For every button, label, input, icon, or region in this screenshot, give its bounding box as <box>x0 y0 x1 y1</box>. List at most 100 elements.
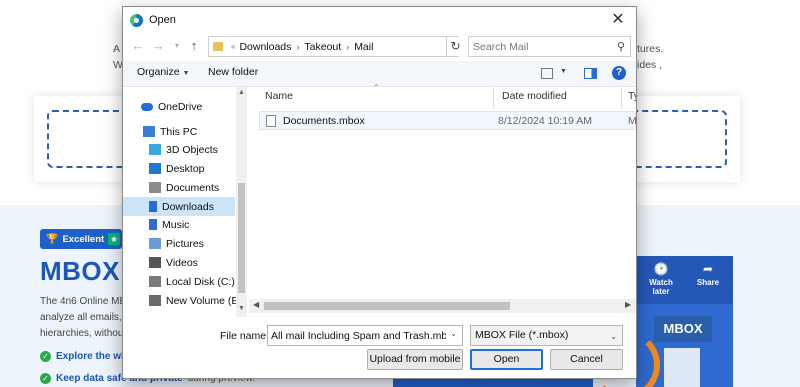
close-icon[interactable]: ✕ <box>608 10 628 30</box>
refresh-icon[interactable]: ↻ <box>446 37 464 56</box>
chevron-down-icon[interactable]: ⌄ <box>450 329 457 338</box>
chevron-down-icon: ⌄ <box>610 332 617 341</box>
page-heading: MBOX <box>40 256 120 286</box>
background-text-fragment: A <box>113 43 121 55</box>
help-icon[interactable]: ? <box>612 66 626 80</box>
dialog-title: Open <box>149 14 176 26</box>
scroll-right-icon[interactable]: ▶ <box>625 300 631 309</box>
file-name-combobox[interactable]: ⌄ <box>267 325 463 346</box>
recent-locations-icon[interactable]: ▾ <box>169 37 185 55</box>
nav-item-3d-objects[interactable]: 3D Objects <box>123 140 235 159</box>
watch-later-button[interactable]: 🕑 Watch later <box>641 262 681 296</box>
nav-item-label: This PC <box>160 125 198 138</box>
organize-button[interactable]: Organize ▼ <box>137 66 190 78</box>
feature-item: ✓ Explore the who <box>40 351 133 362</box>
nav-item-music[interactable]: Music <box>123 215 235 234</box>
search-input[interactable] <box>473 40 613 53</box>
nav-item-this-pc[interactable]: This PC <box>123 122 235 141</box>
nav-item-label: Pictures <box>166 237 204 250</box>
cube-icon <box>149 144 161 155</box>
intro-text-line: analyze all emails, i <box>40 312 127 323</box>
clock-icon: 🕑 <box>653 262 669 276</box>
pc-icon <box>143 126 155 137</box>
file-type-value: MBOX File (*.mbox) <box>475 329 569 341</box>
desktop-icon <box>149 163 161 174</box>
check-icon: ✓ <box>40 351 51 362</box>
share-button[interactable]: ➦ Share <box>688 262 728 287</box>
nav-item-label: New Volume (E:) <box>166 294 245 307</box>
up-arrow-icon[interactable]: ↑ <box>186 37 202 55</box>
file-name-input[interactable] <box>268 329 446 342</box>
nav-pane-scrollbar[interactable]: ▲ ▼ <box>236 87 247 317</box>
scroll-up-icon[interactable]: ▲ <box>236 89 247 96</box>
breadcrumb-mail[interactable]: Mail <box>354 41 373 53</box>
search-box[interactable]: ⚲ <box>468 36 631 57</box>
horizontal-scrollbar[interactable]: ◀ ▶ <box>249 299 636 313</box>
download-icon <box>149 201 157 212</box>
forward-arrow-icon[interactable]: → <box>150 37 166 55</box>
search-icon[interactable]: ⚲ <box>617 40 625 53</box>
address-bar[interactable]: « Downloads › Takeout › Mail ⌄ <box>208 36 459 57</box>
preview-pane-icon[interactable] <box>584 68 597 79</box>
breadcrumb-separator-icon[interactable]: › <box>296 42 299 52</box>
nav-item-label: Documents <box>166 181 220 194</box>
nav-item-pictures[interactable]: Pictures <box>123 234 235 253</box>
new-folder-button[interactable]: New folder <box>208 66 258 78</box>
nav-item-desktop[interactable]: Desktop <box>123 159 235 178</box>
overflow-chevron-icon[interactable]: « <box>231 42 235 51</box>
nav-item-label: Music <box>162 218 190 231</box>
nav-item-label: Desktop <box>166 162 205 175</box>
open-button[interactable]: Open <box>470 349 543 370</box>
file-type-select[interactable]: MBOX File (*.mbox) ⌄ <box>470 325 623 346</box>
scrollbar-thumb[interactable] <box>264 302 510 310</box>
breadcrumb-takeout[interactable]: Takeout <box>304 41 341 53</box>
check-icon: ✓ <box>40 373 51 384</box>
video-mbox-label: MBOX <box>654 316 712 342</box>
file-date: 8/12/2024 10:19 AM <box>498 115 592 127</box>
file-row[interactable]: Documents.mbox 8/12/2024 10:19 AM M <box>259 111 637 130</box>
scroll-left-icon[interactable]: ◀ <box>253 300 259 309</box>
document-graphic <box>664 348 700 387</box>
background-text-fragment: tures. <box>637 43 664 55</box>
nav-item-local-disk-c[interactable]: Local Disk (C:) <box>123 272 235 291</box>
column-header-type[interactable]: Ty <box>622 87 636 109</box>
music-icon <box>149 219 157 230</box>
back-arrow-icon[interactable]: ← <box>130 37 146 55</box>
organize-label: Organize <box>137 66 180 78</box>
edge-browser-icon <box>130 13 143 27</box>
watch-later-label: Watch later <box>649 278 673 296</box>
breadcrumb-downloads[interactable]: Downloads <box>239 41 291 53</box>
nav-item-label: Local Disk (C:) <box>166 275 235 288</box>
caret-down-icon: ▼ <box>182 70 190 77</box>
trophy-icon: 🏆 <box>46 233 59 245</box>
column-header-date-modified[interactable]: Date modified <box>494 87 622 109</box>
scrollbar-thumb[interactable] <box>238 183 245 293</box>
view-options-icon[interactable] <box>541 68 553 79</box>
nav-item-onedrive[interactable]: OneDrive <box>123 97 235 116</box>
picture-icon <box>149 238 161 249</box>
nav-item-videos[interactable]: Videos <box>123 253 235 272</box>
video-icon <box>149 257 161 268</box>
file-name: Documents.mbox <box>283 115 365 127</box>
drive-icon <box>149 295 161 306</box>
navigation-pane: New Volume (E:) Local Disk (C:) Videos Pict… <box>123 87 247 317</box>
nav-item-new-volume-e[interactable]: New Volume (E:) <box>123 291 245 310</box>
nav-item-documents[interactable]: Documents <box>123 178 235 197</box>
upload-from-mobile-button[interactable]: Upload from mobile <box>367 349 463 370</box>
scroll-down-icon[interactable]: ▼ <box>236 305 247 312</box>
disk-icon <box>149 276 161 287</box>
file-name-label: File name: <box>220 330 270 342</box>
excellent-badge: 🏆 Excellent ★ <box>40 229 122 249</box>
background-text-fragment: ides , <box>637 59 663 71</box>
nav-item-downloads[interactable]: Downloads <box>123 197 235 216</box>
file-icon <box>266 115 276 127</box>
decorative-strip <box>393 378 593 387</box>
breadcrumb-separator-icon[interactable]: › <box>346 42 349 52</box>
caret-down-icon[interactable]: ▼ <box>560 68 567 75</box>
star-icon: ★ <box>108 233 120 245</box>
file-type: M <box>628 115 637 127</box>
folder-icon <box>213 42 223 51</box>
cancel-button[interactable]: Cancel <box>550 349 623 370</box>
document-icon <box>149 182 161 193</box>
column-header-name[interactable]: Name <box>257 87 494 109</box>
